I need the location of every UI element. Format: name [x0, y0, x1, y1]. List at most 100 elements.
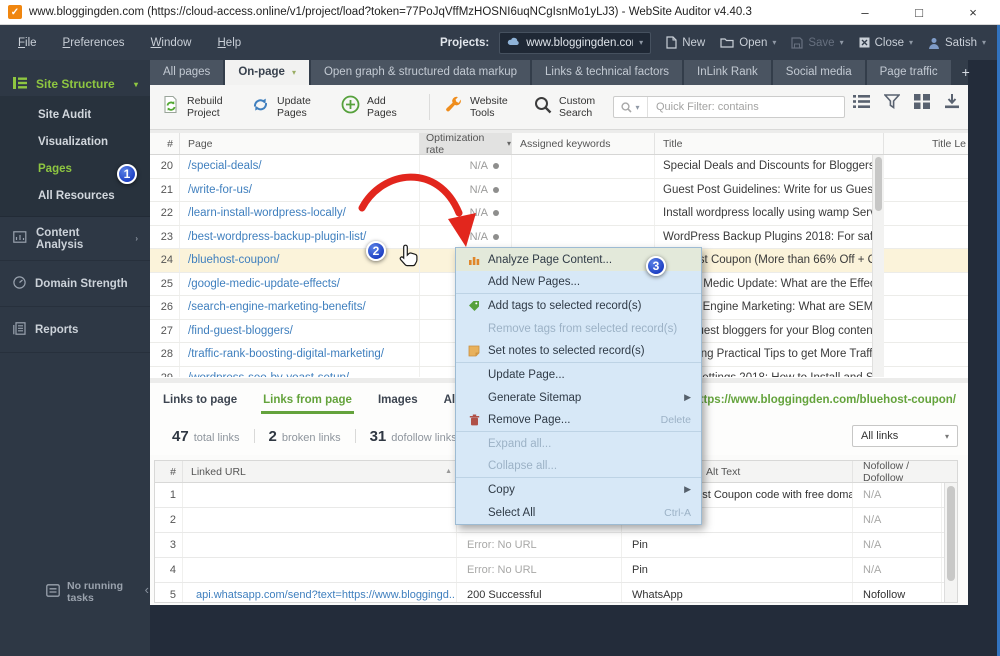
menu-file[interactable]: File [18, 37, 37, 49]
page-link[interactable]: /find-guest-bloggers/ [180, 319, 420, 342]
sidebar-item-site-audit[interactable]: Site Audit [0, 102, 150, 129]
menu-help[interactable]: Help [217, 37, 241, 49]
menu-item-update-page[interactable]: Update Page... [456, 363, 701, 386]
note-icon [464, 345, 484, 357]
bar-chart-icon [464, 254, 484, 266]
tab-social-media[interactable]: Social media [772, 60, 865, 85]
rebuild-project-button[interactable]: Rebuild Project [162, 95, 237, 120]
project-selector[interactable]: www.bloggingden.com ▾ [499, 31, 652, 54]
menu-item-expand-all[interactable]: Expand all... [456, 432, 701, 455]
linked-url-cell[interactable]: api.whatsapp.com/send?text=https://www.b… [183, 583, 457, 602]
tab-links-to-page[interactable]: Links to page [163, 394, 237, 406]
links-filter-select[interactable]: All links ▾ [852, 425, 958, 447]
minimize-button[interactable]: – [838, 0, 892, 25]
status-cell: 200 Successful [457, 583, 622, 602]
toolbar-divider [429, 94, 430, 120]
quick-filter-search-icon[interactable]: ▾ [614, 97, 648, 117]
annotation-badge-1: 1 [117, 164, 137, 184]
menu-item-collapse-all[interactable]: Collapse all... [456, 455, 701, 478]
tab-open-graph[interactable]: Open graph & structured data markup [310, 60, 531, 85]
vertical-scrollbar[interactable] [872, 155, 884, 377]
menu-item-copy[interactable]: Copy ▶ [456, 478, 701, 501]
menu-item-generate-sitemap[interactable]: Generate Sitemap ▶ [456, 386, 701, 409]
vertical-scrollbar[interactable] [944, 483, 957, 602]
column-list-icon[interactable] [853, 94, 870, 109]
link-row[interactable]: 3 Error: No URL Pin N/A [155, 533, 957, 558]
status-cell: Error: No URL [457, 533, 622, 557]
maximize-button[interactable]: □ [892, 0, 946, 25]
col-header-num[interactable]: # [150, 133, 180, 154]
link-row[interactable]: 4 Error: No URL Pin N/A [155, 558, 957, 583]
tab-inlink-rank[interactable]: InLink Rank [684, 60, 771, 85]
page-link[interactable]: /traffic-rank-boosting-digital-marketing… [180, 343, 420, 366]
custom-search-button[interactable]: Custom Search [534, 95, 609, 120]
menu-window[interactable]: Window [151, 37, 192, 49]
app-window: ✓ www.bloggingden.com (https://cloud-acc… [0, 0, 1000, 656]
menu-preferences[interactable]: Preferences [63, 37, 125, 49]
col-header-assigned-keywords[interactable]: Assigned keywords [512, 133, 655, 154]
tab-all-pages[interactable]: All pages [150, 60, 224, 85]
link-row[interactable]: 5 api.whatsapp.com/send?text=https://www… [155, 583, 957, 602]
close-button[interactable]: × [946, 0, 1000, 25]
page-link[interactable]: /learn-install-wordpress-locally/ [180, 202, 420, 225]
page-link[interactable]: /write-for-us/ [180, 178, 420, 201]
scrollbar-thumb[interactable] [875, 157, 882, 211]
current-page-url[interactable]: https://www.bloggingden.com/bluehost-cou… [693, 383, 956, 417]
menu-item-select-all[interactable]: Select All Ctrl-A [456, 501, 701, 524]
linked-url-cell [183, 483, 457, 507]
sidebar-section-site-structure[interactable]: Site Structure ▾ [0, 72, 150, 96]
tab-images[interactable]: Images [378, 394, 418, 406]
page-link[interactable]: /google-medic-update-effects/ [180, 272, 420, 295]
col-header-nofollow[interactable]: Nofollow / Dofollow [853, 461, 942, 484]
col-header-page[interactable]: Page [180, 133, 420, 154]
status-dot [493, 163, 499, 170]
page-link[interactable]: /search-engine-marketing-benefits/ [180, 296, 420, 319]
filter-funnel-icon[interactable] [884, 94, 900, 109]
col-header-title-length[interactable]: Title Le [884, 133, 968, 154]
table-row[interactable]: 23 /best-wordpress-backup-plugin-list/ N… [150, 225, 968, 249]
new-project-button[interactable]: New [666, 36, 705, 49]
website-tools-button[interactable]: Website Tools [444, 95, 520, 120]
menu-item-remove-page[interactable]: Remove Page... Delete [456, 409, 701, 432]
sidebar-section-reports[interactable]: Reports [0, 307, 150, 353]
chevron-down-icon: ▾ [772, 38, 777, 47]
save-project-button[interactable]: Save ▾ [791, 37, 844, 49]
close-project-button[interactable]: Close ▾ [859, 37, 913, 49]
add-tab-button[interactable]: + [953, 60, 979, 85]
download-icon[interactable] [944, 94, 960, 109]
quick-filter-input[interactable] [648, 101, 844, 113]
tab-page-traffic[interactable]: Page traffic [866, 60, 951, 85]
linked-url-cell [183, 508, 457, 532]
sidebar-section-content-analysis[interactable]: Content Analysis › [0, 217, 150, 261]
user-menu-button[interactable]: Satish ▾ [928, 37, 986, 49]
page-link[interactable]: /special-deals/ [180, 155, 420, 178]
table-row[interactable]: 20 /special-deals/ N/A Special Deals and… [150, 155, 968, 179]
sidebar-collapse-icon[interactable]: ‹ [145, 582, 149, 597]
site-structure-items: Site Audit Visualization Pages All Resou… [0, 96, 150, 217]
col-header-title[interactable]: Title [655, 133, 884, 154]
sidebar-item-visualization[interactable]: Visualization [0, 129, 150, 156]
page-link[interactable]: /wordpress-seo-by-yoast-setup/ [180, 366, 420, 377]
table-row[interactable]: 22 /learn-install-wordpress-locally/ N/A… [150, 202, 968, 226]
col-header-num[interactable]: # [155, 461, 183, 482]
open-project-button[interactable]: Open ▾ [720, 37, 776, 49]
menu-item-remove-tags[interactable]: Remove tags from selected record(s) [456, 317, 701, 340]
add-pages-button[interactable]: Add Pages [341, 95, 417, 120]
menu-item-set-notes[interactable]: Set notes to selected record(s) [456, 340, 701, 363]
col-header-linked-url[interactable]: Linked URL ▲ [183, 461, 457, 482]
tab-links-technical[interactable]: Links & technical factors [532, 60, 683, 85]
workspace-grid-icon[interactable] [914, 94, 930, 109]
menu-item-add-new-pages[interactable]: Add New Pages... [456, 271, 701, 294]
tab-on-page[interactable]: On-page ▾ [225, 60, 309, 85]
update-pages-button[interactable]: Update Pages [251, 95, 327, 120]
sidebar-section-domain-strength[interactable]: Domain Strength [0, 261, 150, 307]
status-cell: Error: No URL [457, 558, 622, 582]
col-header-optimization-rate[interactable]: Optimization rate ▾ [420, 132, 512, 156]
menu-item-add-tags[interactable]: Add tags to selected record(s) [456, 294, 701, 317]
scrollbar-thumb[interactable] [947, 486, 955, 581]
table-row[interactable]: 21 /write-for-us/ N/A Guest Post Guideli… [150, 178, 968, 202]
sidebar-item-all-resources[interactable]: All Resources [0, 183, 150, 210]
tag-icon [464, 300, 484, 311]
tab-links-from-page[interactable]: Links from page [261, 394, 354, 414]
title-length-cell [884, 367, 968, 378]
